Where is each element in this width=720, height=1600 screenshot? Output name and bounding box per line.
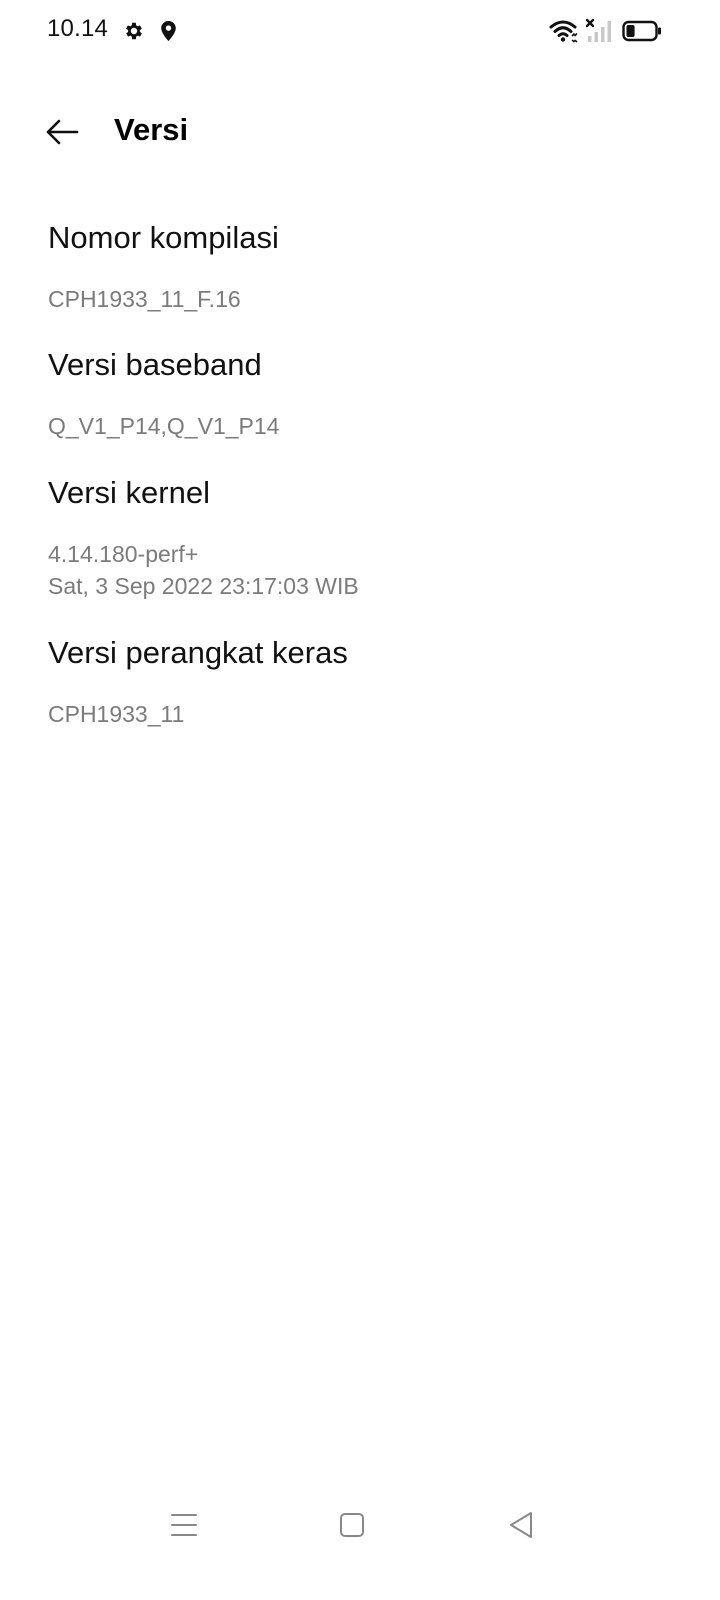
app-bar: Versi — [0, 96, 720, 168]
item-title: Nomor kompilasi — [48, 220, 279, 255]
back-button[interactable] — [34, 110, 90, 154]
recents-button[interactable] — [154, 1500, 214, 1550]
wifi-icon — [549, 20, 578, 43]
signal-no-service-icon — [585, 18, 611, 42]
home-button[interactable] — [322, 1500, 382, 1550]
navigation-bar — [0, 1490, 720, 1560]
battery-icon — [622, 20, 661, 42]
home-square-icon — [340, 1513, 364, 1537]
list-item-build-number[interactable]: Nomor kompilasi CPH1933_11_F.16 — [0, 218, 720, 318]
list-item-baseband-version[interactable]: Versi baseband Q_V1_P14,Q_V1_P14 — [0, 345, 720, 445]
list-item-kernel-version[interactable]: Versi kernel 4.14.180-perf+ Sat, 3 Sep 2… — [0, 473, 720, 603]
status-bar: 10.14 — [0, 0, 720, 64]
back-triangle-icon — [510, 1512, 532, 1538]
item-value: CPH1933_11_F.16 — [48, 286, 241, 312]
status-time: 10.14 — [47, 15, 109, 42]
list-item-hardware-version[interactable]: Versi perangkat keras CPH1933_11 — [0, 633, 720, 733]
arrow-left-icon — [46, 119, 79, 145]
location-pin-icon — [161, 21, 176, 41]
item-value: 4.14.180-perf+ — [48, 541, 199, 567]
item-value: CPH1933_11 — [48, 701, 185, 727]
item-title: Versi baseband — [48, 347, 262, 382]
page-title: Versi — [114, 112, 189, 147]
item-value: Q_V1_P14,Q_V1_P14 — [48, 413, 280, 439]
menu-icon — [171, 1514, 197, 1536]
item-title: Versi kernel — [48, 475, 210, 510]
back-nav-button[interactable] — [491, 1500, 551, 1550]
gear-icon — [126, 22, 142, 40]
item-value: Sat, 3 Sep 2022 23:17:03 WIB — [48, 573, 359, 599]
item-title: Versi perangkat keras — [48, 635, 348, 670]
